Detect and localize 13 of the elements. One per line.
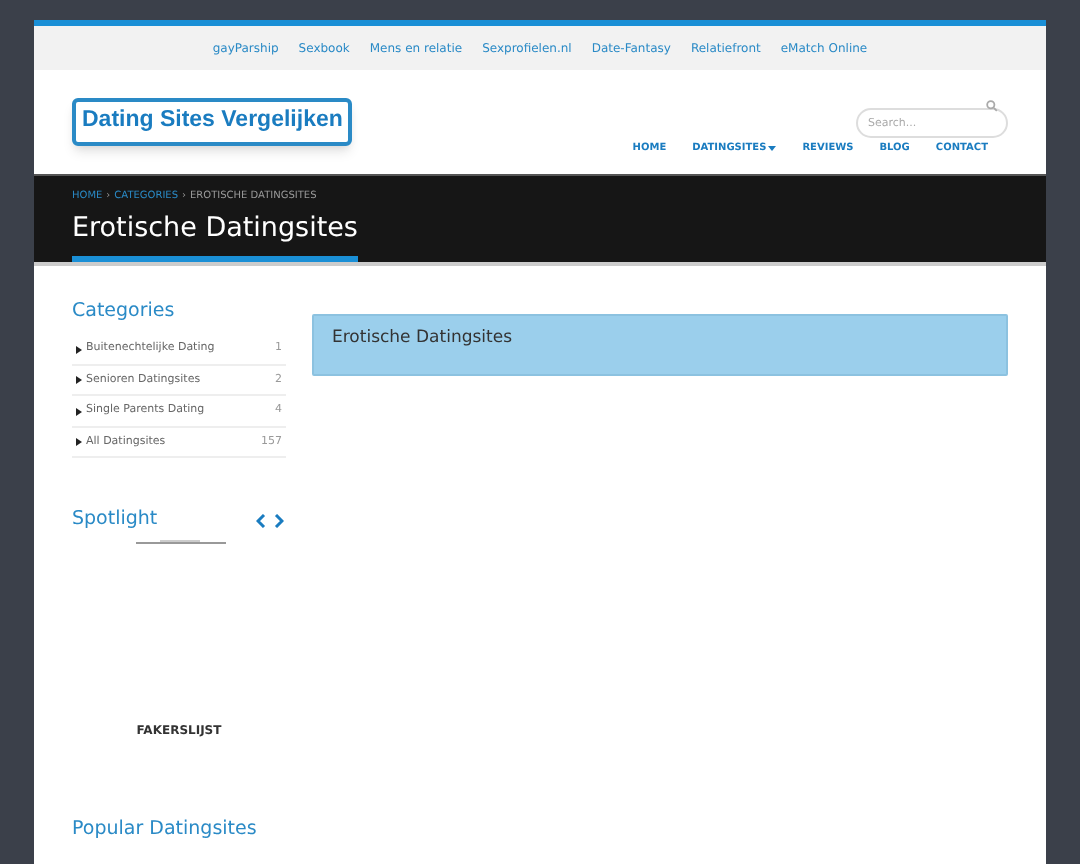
spotlight-heading: Spotlight xyxy=(72,506,158,535)
bullet-icon xyxy=(76,345,82,353)
popular-heading: Popular Datingsites xyxy=(72,815,259,843)
categories-heading: Categories xyxy=(72,298,177,326)
chevron-left-icon[interactable] xyxy=(256,513,266,528)
search-icon[interactable] xyxy=(986,100,998,113)
bullet-icon xyxy=(76,438,82,446)
bullet-icon xyxy=(76,407,82,415)
caret-icon xyxy=(768,146,777,152)
notice-banner: Erotische Datingsites xyxy=(312,314,1008,376)
chevron-right-icon[interactable] xyxy=(274,513,284,528)
site-logo[interactable]: Dating Sites Vergelijken xyxy=(72,98,353,146)
bullet-icon xyxy=(76,376,82,384)
